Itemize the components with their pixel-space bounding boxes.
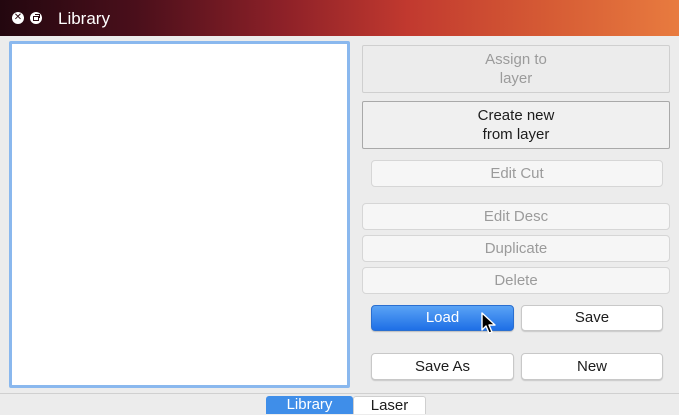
assign-label-line2: layer <box>499 70 533 87</box>
assign-label-line1: Assign to <box>485 51 547 68</box>
save-as-button[interactable]: Save As <box>371 353 514 380</box>
title-bar: ✕ Library <box>0 0 679 36</box>
save-button[interactable]: Save <box>521 305 663 331</box>
restore-icon[interactable] <box>30 12 42 24</box>
delete-button[interactable]: Delete <box>362 267 670 294</box>
window-title: Library <box>58 9 110 28</box>
tab-laser[interactable]: Laser <box>353 396 426 414</box>
close-icon[interactable]: ✕ <box>12 12 24 24</box>
duplicate-button[interactable]: Duplicate <box>362 235 670 262</box>
assign-to-layer-button[interactable]: Assign to layer <box>362 45 670 93</box>
edit-desc-button[interactable]: Edit Desc <box>362 203 670 230</box>
edit-cut-button[interactable]: Edit Cut <box>371 160 663 187</box>
create-label-line2: from layer <box>482 126 550 143</box>
library-list[interactable] <box>9 41 350 388</box>
create-label-line1: Create new <box>477 107 555 124</box>
create-new-from-layer-button[interactable]: Create new from layer <box>362 101 670 149</box>
tab-library[interactable]: Library <box>266 396 353 414</box>
mouse-pointer-icon <box>481 312 496 334</box>
new-button[interactable]: New <box>521 353 663 380</box>
